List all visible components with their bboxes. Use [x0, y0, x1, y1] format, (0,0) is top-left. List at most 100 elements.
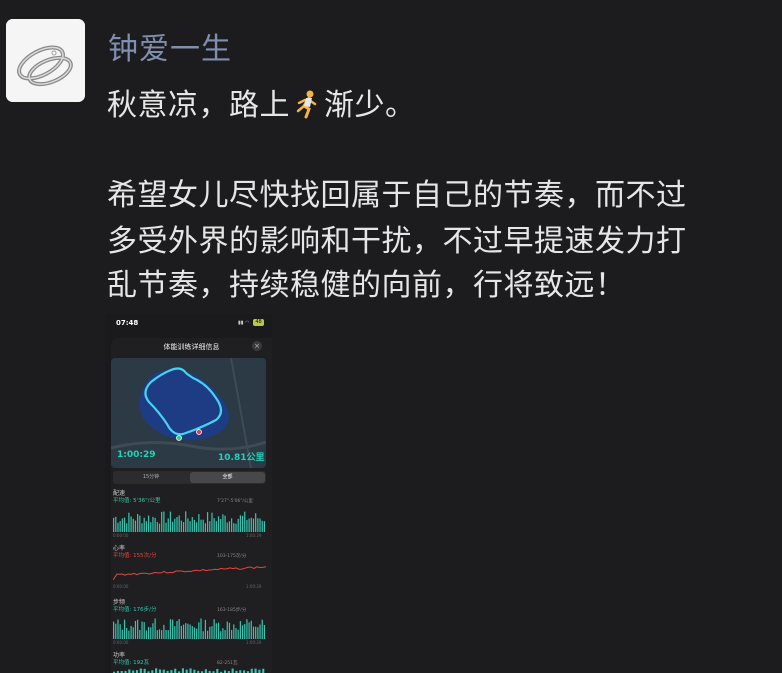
- heart-rate-chart: [113, 566, 266, 581]
- chart-bar: [182, 522, 185, 532]
- chart-bar: [162, 669, 165, 673]
- chart-bar: [237, 629, 239, 639]
- chart-bar: [174, 626, 176, 639]
- chart-bar: [204, 669, 207, 673]
- power-range: 82-251瓦: [217, 661, 238, 666]
- avatar[interactable]: [6, 19, 85, 102]
- heart-rate-time-start: 0:00:00: [113, 584, 129, 589]
- chart-bar: [176, 517, 178, 532]
- chart-bar: [222, 514, 224, 532]
- power-chart: [113, 668, 265, 673]
- battery-icon: 48: [253, 319, 264, 326]
- chart-bar: [237, 518, 239, 532]
- chart-bar: [185, 511, 187, 532]
- chart-bar: [248, 518, 250, 532]
- chart-bar: [115, 623, 117, 639]
- chart-bar: [198, 622, 200, 639]
- chart-bar: [220, 518, 222, 532]
- chart-bar: [196, 522, 198, 532]
- chart-bar: [193, 519, 196, 532]
- chart-bar: [252, 626, 255, 639]
- chart-bar: [132, 627, 134, 639]
- chart-bar: [220, 631, 222, 639]
- status-time: 07:48: [116, 319, 139, 327]
- chart-bar: [206, 630, 209, 639]
- chart-bar: [189, 624, 191, 639]
- chart-bar: [161, 511, 163, 532]
- chart-bar: [263, 521, 266, 532]
- heart-rate-range: 103-175次/分: [217, 554, 247, 559]
- cadence-average: 平均值: 176步/分: [113, 607, 157, 613]
- cadence-time-start: 0:00:00: [113, 640, 129, 645]
- chart-bar: [193, 627, 196, 639]
- chart-bar: [134, 520, 137, 532]
- sender-name[interactable]: 钟爱一生: [108, 24, 232, 68]
- chart-bar: [134, 620, 137, 639]
- segment-all[interactable]: 全部: [190, 472, 265, 483]
- chart-bar: [126, 523, 128, 532]
- chart-bar: [172, 619, 174, 639]
- chart-bar: [204, 523, 207, 532]
- detail-sheet: 体能训练详细信息 × 1:00:29 10.81公里 15分钟 全部 配速 平均…: [111, 338, 272, 673]
- close-icon[interactable]: ×: [252, 341, 262, 351]
- chart-bar: [150, 522, 152, 532]
- segment-15min[interactable]: 15分钟: [113, 471, 189, 484]
- chart-bar: [257, 518, 259, 532]
- chart-bar: [176, 620, 178, 639]
- chart-bar: [145, 521, 147, 532]
- chart-bar: [209, 521, 211, 532]
- chart-bar: [115, 516, 117, 532]
- chart-bar: [174, 668, 177, 673]
- power-average: 平均值: 192瓦: [113, 660, 150, 666]
- chart-bar: [263, 624, 266, 639]
- rings-image: [6, 19, 85, 102]
- chart-bar: [250, 517, 252, 532]
- chart-bar: [163, 624, 165, 639]
- chart-bar: [123, 517, 126, 532]
- chart-bar: [126, 627, 128, 639]
- chart-bar: [233, 624, 235, 639]
- chart-bar: [239, 621, 241, 639]
- chart-bar: [185, 669, 188, 673]
- chart-bar: [248, 622, 250, 639]
- chart-bar: [209, 626, 211, 639]
- chart-bar: [255, 513, 257, 532]
- chart-bar: [141, 621, 143, 639]
- workout-screenshot[interactable]: 07:48 ▮▮ ◠ 48 体能训练详细信息 × 1:00:29 10.81公里…: [105, 314, 272, 673]
- message-text: 渐少。: [324, 88, 416, 123]
- message-line-1: 秋意凉，路上 渐少。: [107, 80, 416, 127]
- segment-control[interactable]: 15分钟 全部: [113, 471, 266, 484]
- chart-bar: [121, 629, 123, 639]
- chart-bar: [211, 626, 213, 639]
- chart-bar: [226, 522, 228, 532]
- chart-bar: [139, 668, 142, 673]
- chart-bar: [235, 523, 237, 532]
- chart-bar: [231, 668, 234, 673]
- chart-bar: [215, 521, 217, 532]
- chart-bar: [123, 619, 126, 639]
- chart-bar: [254, 668, 257, 673]
- chart-bar: [130, 516, 132, 532]
- chart-bar: [259, 624, 261, 639]
- chart-bar: [119, 521, 121, 532]
- chart-bar: [172, 521, 174, 532]
- chart-bar: [228, 521, 231, 532]
- chart-bar: [246, 619, 248, 639]
- chart-bar: [128, 669, 131, 673]
- chart-bar: [147, 515, 150, 532]
- chart-bar: [132, 518, 134, 532]
- chart-bar: [224, 630, 226, 639]
- chart-bar: [181, 668, 184, 673]
- chart-bar: [165, 522, 167, 532]
- chart-bar: [158, 629, 161, 639]
- chart-bar: [261, 520, 263, 532]
- chart-bar: [137, 619, 139, 639]
- chart-bar: [178, 619, 180, 639]
- chart-bar: [206, 512, 209, 532]
- chart-bar: [185, 623, 187, 639]
- pace-range: 7'27"-5'06"/公里: [217, 499, 253, 504]
- chart-bar: [235, 628, 237, 639]
- chart-bar: [187, 518, 189, 532]
- chart-bar: [137, 513, 139, 532]
- chart-bar: [213, 518, 215, 532]
